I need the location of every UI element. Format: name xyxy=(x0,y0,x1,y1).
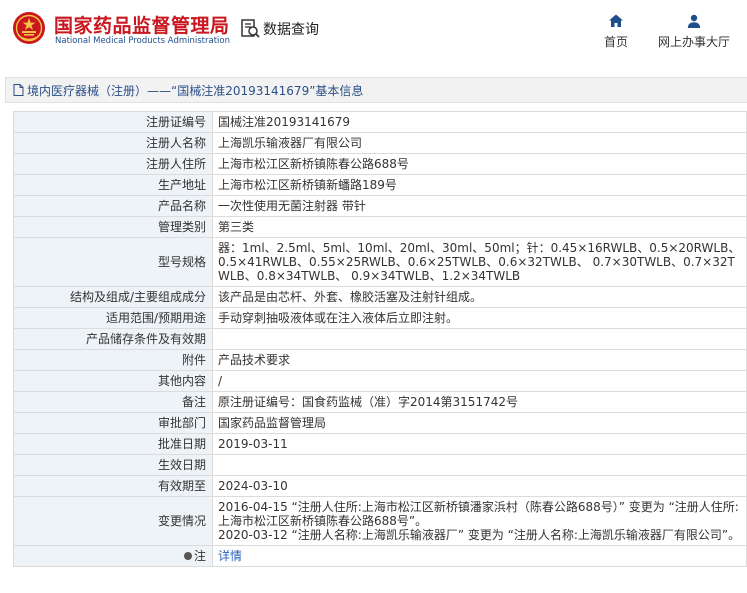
site-subtitle: National Medical Products Administration xyxy=(55,36,230,46)
table-row: 适用范围/预期用途 手动穿刺抽吸液体或在注入液体后立即注射。 xyxy=(13,307,747,329)
field-label-model-spec: 型号规格 xyxy=(13,237,213,287)
field-value-structure-composition: 该产品是由芯杆、外套、橡胶活塞及注射针组成。 xyxy=(212,286,747,308)
field-label-approval-department: 审批部门 xyxy=(13,412,213,434)
change-history-entry: 2016-04-15 “注册人住所:上海市松江区新桥镇潘家浜村（陈春公路688号… xyxy=(218,500,739,528)
field-label-intended-use: 适用范围/预期用途 xyxy=(13,307,213,329)
registration-info-table: 注册证编号 国械注准20193141679 注册人名称 上海凯乐输液器厂有限公司 注册人… xyxy=(13,111,747,567)
nav-home[interactable]: 首页 xyxy=(586,13,646,50)
field-value-registrant-address: 上海市松江区新桥镇陈春公路688号 xyxy=(212,153,747,175)
change-history-entry: 2020-03-12 “注册人名称:上海凯乐输液器厂” 变更为 “注册人名称:上… xyxy=(218,528,741,542)
field-label-approval-date: 批准日期 xyxy=(13,433,213,455)
home-icon xyxy=(609,14,623,27)
table-row: 有效期至 2024-03-10 xyxy=(13,475,747,497)
nav-online-office[interactable]: 网上办事大厅 xyxy=(652,13,736,50)
table-row: 批准日期 2019-03-11 xyxy=(13,433,747,455)
field-label-valid-until: 有效期至 xyxy=(13,475,213,497)
field-label-note: 注 xyxy=(13,545,213,567)
data-query-link[interactable]: 数据查询 xyxy=(239,17,319,41)
table-row: 注详情 xyxy=(13,545,747,567)
field-value-attachment: 产品技术要求 xyxy=(212,349,747,371)
field-label-other-content: 其他内容 xyxy=(13,370,213,392)
table-row: 型号规格 器：1ml、2.5ml、5ml、10ml、20ml、30ml、50ml；… xyxy=(13,237,747,287)
field-value-effective-date xyxy=(212,454,747,476)
details-link[interactable]: 详情 xyxy=(218,549,242,563)
field-label-product-name: 产品名称 xyxy=(13,195,213,217)
field-label-production-address: 生产地址 xyxy=(13,174,213,196)
breadcrumb-text: 境内医疗器械（注册）——“国械注准20193141679”基本信息 xyxy=(27,83,364,98)
table-row: 变更情况 2016-04-15 “注册人住所:上海市松江区新桥镇潘家浜村（陈春公路… xyxy=(13,496,747,546)
user-icon xyxy=(687,14,701,28)
table-row: 其他内容 / xyxy=(13,370,747,392)
field-value-management-class: 第三类 xyxy=(212,216,747,238)
document-icon xyxy=(13,84,24,96)
table-row: 附件 产品技术要求 xyxy=(13,349,747,371)
field-value-remarks: 原注册证编号：国食药监械（准）字2014第3151742号 xyxy=(212,391,747,413)
table-row: 管理类别 第三类 xyxy=(13,216,747,238)
data-search-icon xyxy=(241,19,260,38)
site-title[interactable]: 国家药品监督管理局 xyxy=(54,11,230,38)
national-emblem-icon xyxy=(13,12,45,44)
table-row: 注册证编号 国械注准20193141679 xyxy=(13,111,747,133)
table-row: 注册人名称 上海凯乐输液器厂有限公司 xyxy=(13,132,747,154)
note-pin-icon xyxy=(183,552,192,560)
note-label: 注 xyxy=(193,549,206,563)
table-row: 注册人住所 上海市松江区新桥镇陈春公路688号 xyxy=(13,153,747,175)
nav-home-label: 首页 xyxy=(603,35,628,49)
field-value-other-content: / xyxy=(212,370,747,392)
field-value-note: 详情 xyxy=(212,545,747,567)
field-label-registrant-address: 注册人住所 xyxy=(13,153,213,175)
field-value-model-spec: 器：1ml、2.5ml、5ml、10ml、20ml、30ml、50ml；针：0.… xyxy=(212,237,747,287)
field-label-registrant-name: 注册人名称 xyxy=(13,132,213,154)
field-label-change-history: 变更情况 xyxy=(13,496,213,546)
field-value-product-name: 一次性使用无菌注射器 带针 xyxy=(212,195,747,217)
table-row: 审批部门 国家药品监督管理局 xyxy=(13,412,747,434)
table-row: 结构及组成/主要组成成分 该产品是由芯杆、外套、橡胶活塞及注射针组成。 xyxy=(13,286,747,308)
nav-online-office-label: 网上办事大厅 xyxy=(657,35,730,49)
site-header: 国家药品监督管理局 National Medical Products Admi… xyxy=(0,0,747,64)
breadcrumb: 境内医疗器械（注册）——“国械注准20193141679”基本信息 xyxy=(5,77,747,103)
field-label-attachment: 附件 xyxy=(13,349,213,371)
field-value-registrant-name: 上海凯乐输液器厂有限公司 xyxy=(212,132,747,154)
table-row: 产品名称 一次性使用无菌注射器 带针 xyxy=(13,195,747,217)
field-value-approval-department: 国家药品监督管理局 xyxy=(212,412,747,434)
table-row: 产品储存条件及有效期 xyxy=(13,328,747,350)
field-value-change-history: 2016-04-15 “注册人住所:上海市松江区新桥镇潘家浜村（陈春公路688号… xyxy=(212,496,747,546)
table-row: 生产地址 上海市松江区新桥镇新蟠路189号 xyxy=(13,174,747,196)
field-value-approval-date: 2019-03-11 xyxy=(212,433,747,455)
field-label-storage-validity: 产品储存条件及有效期 xyxy=(13,328,213,350)
table-row: 生效日期 xyxy=(13,454,747,476)
field-label-effective-date: 生效日期 xyxy=(13,454,213,476)
field-value-storage-validity xyxy=(212,328,747,350)
field-value-cert-no: 国械注准20193141679 xyxy=(212,111,747,133)
field-value-valid-until: 2024-03-10 xyxy=(212,475,747,497)
field-label-structure-composition: 结构及组成/主要组成成分 xyxy=(13,286,213,308)
data-query-label: 数据查询 xyxy=(263,22,319,38)
field-label-cert-no: 注册证编号 xyxy=(13,111,213,133)
field-label-remarks: 备注 xyxy=(13,391,213,413)
field-label-management-class: 管理类别 xyxy=(13,216,213,238)
field-value-intended-use: 手动穿刺抽吸液体或在注入液体后立即注射。 xyxy=(212,307,747,329)
table-row: 备注 原注册证编号：国食药监械（准）字2014第3151742号 xyxy=(13,391,747,413)
field-value-production-address: 上海市松江区新桥镇新蟠路189号 xyxy=(212,174,747,196)
